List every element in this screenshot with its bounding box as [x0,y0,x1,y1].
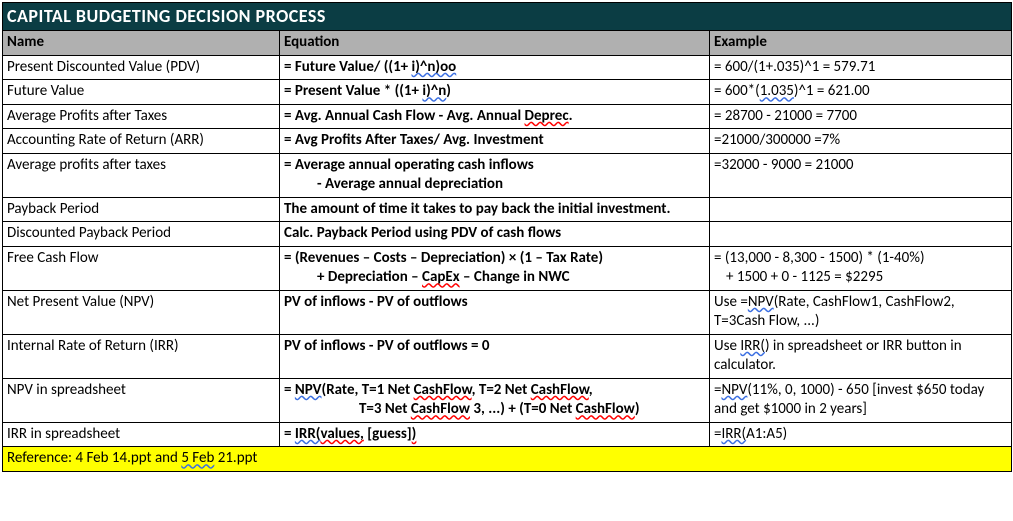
name-cell: Future Value [3,80,280,105]
table-row: Payback Period The amount of time it tak… [3,197,1012,222]
example-cell: =21000/300000 =7% [710,129,1012,154]
example-cell: = 28700 - 21000 = 7700 [710,104,1012,129]
table-row: IRR in spreadsheet = IRR(values, [guess]… [3,422,1012,447]
equation-cell: = Future Value/ ((1+ i)^n)oo [280,55,710,80]
table-row: NPV in spreadsheet = NPV(Rate, T=1 Net C… [3,378,1012,422]
table-row: Future Value = Present Value * ((1+ i)^n… [3,80,1012,105]
equation-cell: = NPV(Rate, T=1 Net CashFlow, T=2 Net Ca… [280,378,710,422]
name-cell: Discounted Payback Period [3,222,280,247]
name-cell: Internal Rate of Return (IRR) [3,334,280,378]
table-row: Discounted Payback Period Calc. Payback … [3,222,1012,247]
table-row: Accounting Rate of Return (ARR) = Avg Pr… [3,129,1012,154]
example-cell [710,222,1012,247]
example-cell: = 600/(1+.035)^1 = 579.71 [710,55,1012,80]
example-cell: = (13,000 - 8,300 - 1500) * (1-40%) + 15… [710,246,1012,290]
equation-cell: The amount of time it takes to pay back … [280,197,710,222]
name-cell: Average profits after taxes [3,153,280,197]
example-cell: Use IRR() in spreadsheet or IRR button i… [710,334,1012,378]
header-example: Example [710,31,1012,56]
equation-cell: = Avg. Annual Cash Flow - Avg. Annual De… [280,104,710,129]
equation-cell: = Average annual operating cash inflows … [280,153,710,197]
name-cell: IRR in spreadsheet [3,422,280,447]
capital-budgeting-table: CAPITAL BUDGETING DECISION PROCESS Name … [2,2,1012,472]
equation-cell: PV of inflows - PV of outflows [280,290,710,334]
table-row: Net Present Value (NPV) PV of inflows - … [3,290,1012,334]
header-equation: Equation [280,31,710,56]
example-cell: =NPV(11%, 0, 1000) - 650 [invest $650 to… [710,378,1012,422]
name-cell: Payback Period [3,197,280,222]
title-row: CAPITAL BUDGETING DECISION PROCESS [3,3,1012,31]
table-row: Average Profits after Taxes = Avg. Annua… [3,104,1012,129]
name-cell: Average Profits after Taxes [3,104,280,129]
example-cell [710,197,1012,222]
example-cell: = 600*(1.035)^1 = 621.00 [710,80,1012,105]
table-title: CAPITAL BUDGETING DECISION PROCESS [3,3,1012,31]
equation-cell: PV of inflows - PV of outflows = 0 [280,334,710,378]
name-cell: Accounting Rate of Return (ARR) [3,129,280,154]
header-name: Name [3,31,280,56]
name-cell: NPV in spreadsheet [3,378,280,422]
equation-cell: = Present Value * ((1+ i)^n) [280,80,710,105]
equation-cell: = (Revenues – Costs – Depreciation) × (1… [280,246,710,290]
equation-cell: Calc. Payback Period using PDV of cash f… [280,222,710,247]
table-row: Average profits after taxes = Average an… [3,153,1012,197]
example-cell: =32000 - 9000 = 21000 [710,153,1012,197]
equation-cell: = Avg Profits After Taxes/ Avg. Investme… [280,129,710,154]
table-row: Free Cash Flow = (Revenues – Costs – Dep… [3,246,1012,290]
header-row: Name Equation Example [3,31,1012,56]
example-cell: Use =NPV(Rate, CashFlow1, CashFlow2, T=3… [710,290,1012,334]
table-row: Present Discounted Value (PDV) = Future … [3,55,1012,80]
reference-cell: Reference: 4 Feb 14.ppt and 5 Feb 21.ppt [3,447,1012,472]
name-cell: Present Discounted Value (PDV) [3,55,280,80]
equation-cell: = IRR(values, [guess]) [280,422,710,447]
reference-row: Reference: 4 Feb 14.ppt and 5 Feb 21.ppt [3,447,1012,472]
name-cell: Net Present Value (NPV) [3,290,280,334]
table-row: Internal Rate of Return (IRR) PV of infl… [3,334,1012,378]
example-cell: =IRR(A1:A5) [710,422,1012,447]
name-cell: Free Cash Flow [3,246,280,290]
